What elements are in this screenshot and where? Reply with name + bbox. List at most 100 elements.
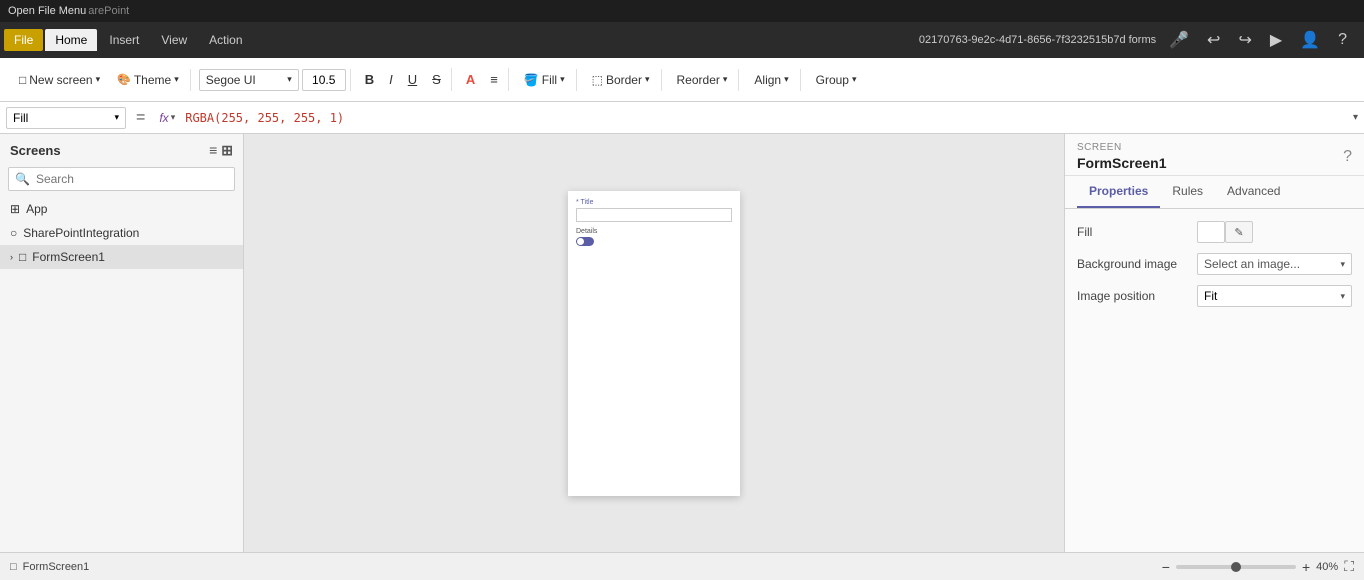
tab-properties[interactable]: Properties: [1077, 176, 1160, 208]
text-color-group: A ≡: [456, 68, 509, 91]
screen-rect-icon: □: [19, 250, 26, 264]
form-title-label: * Title: [576, 199, 732, 206]
font-size-input[interactable]: [302, 69, 346, 91]
search-box: 🔍: [8, 167, 235, 191]
expand-icon[interactable]: ⛶: [1344, 558, 1354, 575]
screens-title: Screens: [10, 143, 61, 158]
equals-sign: =: [132, 109, 149, 127]
title-bar-sharepoint: arePoint: [88, 5, 129, 17]
zoom-plus-button[interactable]: +: [1302, 559, 1310, 575]
background-image-value: Select an image... ▾: [1197, 253, 1352, 275]
align-text-button[interactable]: ≡: [484, 68, 504, 91]
sidebar-item-sharepoint[interactable]: ○ SharePointIntegration: [0, 221, 243, 245]
fill-icon: 🪣: [524, 73, 539, 87]
strikethrough-button[interactable]: S: [426, 68, 447, 91]
expand-chevron-icon: ›: [10, 252, 13, 262]
underline-button[interactable]: U: [402, 68, 423, 91]
align-button[interactable]: Align ▾: [747, 69, 795, 91]
file-menu[interactable]: File: [4, 29, 43, 51]
main-layout: Screens ≡ ⊞ 🔍 ⊞ App ○ SharePointIntegrat…: [0, 134, 1364, 552]
fill-color-swatch[interactable]: [1197, 221, 1225, 243]
section-label: SCREEN: [1077, 142, 1166, 153]
property-chevron-icon: ▾: [114, 112, 119, 123]
tab-rules[interactable]: Rules: [1160, 176, 1215, 208]
form-details-label: Details: [576, 228, 732, 235]
border-group: ⬚ Border ▾: [581, 69, 662, 91]
formula-expand-icon[interactable]: ▾: [1353, 112, 1358, 123]
home-menu[interactable]: Home: [45, 29, 97, 51]
fill-edit-button[interactable]: ✎: [1225, 221, 1253, 243]
ribbon: □ New screen ▾ 🎨 Theme ▾ Segoe UI ▾ B I …: [0, 58, 1364, 102]
grid-view-icon[interactable]: ⊞: [221, 142, 233, 159]
view-menu[interactable]: View: [151, 29, 197, 51]
screen-group: □ New screen ▾ 🎨 Theme ▾: [8, 69, 191, 91]
right-panel-header: SCREEN FormScreen1 ?: [1065, 134, 1364, 176]
zoom-slider[interactable]: [1176, 565, 1296, 569]
new-screen-button[interactable]: □ New screen ▾: [12, 69, 107, 91]
status-screen-name: FormScreen1: [23, 561, 90, 573]
fill-label: Fill: [1077, 225, 1197, 239]
fill-property-row: Fill ✎: [1077, 221, 1352, 243]
fill-button[interactable]: 🪣 Fill ▾: [517, 69, 572, 91]
right-panel: SCREEN FormScreen1 ? Properties Rules Ad…: [1064, 134, 1364, 552]
reorder-button[interactable]: Reorder ▾: [670, 69, 735, 91]
image-dropdown-chevron-icon: ▾: [1340, 259, 1345, 270]
play-icon[interactable]: ▶: [1265, 28, 1287, 52]
formscreen1-label: FormScreen1: [32, 250, 105, 264]
zoom-minus-button[interactable]: −: [1162, 559, 1170, 575]
group-button[interactable]: Group ▾: [809, 69, 864, 91]
help-icon[interactable]: ?: [1333, 29, 1352, 51]
search-icon: 🔍: [15, 172, 30, 186]
insert-menu[interactable]: Insert: [99, 29, 149, 51]
title-bar-text[interactable]: Open File Menu: [8, 5, 86, 17]
fx-chevron-icon: ▾: [171, 112, 176, 123]
fill-chevron-icon: ▾: [560, 74, 565, 85]
reorder-chevron-icon: ▾: [723, 74, 728, 85]
background-image-row: Background image Select an image... ▾: [1077, 253, 1352, 275]
align-chevron-icon: ▾: [784, 74, 789, 85]
zoom-value: 40%: [1316, 561, 1338, 573]
image-position-dropdown[interactable]: Fit ▾: [1197, 285, 1352, 307]
align-group: Align ▾: [743, 69, 800, 91]
formula-input[interactable]: [185, 111, 1347, 125]
property-dropdown[interactable]: Fill ▾: [6, 107, 126, 129]
font-name-dropdown[interactable]: Segoe UI ▾: [199, 69, 299, 91]
properties-tabs: Properties Rules Advanced: [1065, 176, 1364, 209]
screen-name: FormScreen1: [1077, 155, 1166, 171]
sidebar-item-app[interactable]: ⊞ App: [0, 197, 243, 221]
zoom-slider-thumb: [1231, 562, 1241, 572]
font-group: Segoe UI ▾: [195, 69, 351, 91]
canvas-frame: * Title Details: [568, 191, 740, 496]
undo-icon[interactable]: ↩: [1202, 28, 1225, 52]
bold-button[interactable]: B: [359, 68, 380, 91]
form-title-input[interactable]: [576, 208, 732, 222]
background-image-label: Background image: [1077, 257, 1197, 271]
tab-advanced[interactable]: Advanced: [1215, 176, 1292, 208]
sidebar-item-formscreen1[interactable]: › □ FormScreen1: [0, 245, 243, 269]
italic-button[interactable]: I: [383, 68, 399, 91]
mic-icon[interactable]: 🎤: [1164, 28, 1194, 52]
app-label: App: [26, 202, 47, 216]
background-image-dropdown[interactable]: Select an image... ▾: [1197, 253, 1352, 275]
help-circle-icon[interactable]: ?: [1343, 148, 1352, 166]
status-bar: □ FormScreen1 − + 40% ⛶: [0, 552, 1364, 580]
fill-value: ✎: [1197, 221, 1352, 243]
sharepoint-label: SharePointIntegration: [23, 226, 139, 240]
group-chevron-icon: ▾: [852, 74, 857, 85]
app-icon: ⊞: [10, 202, 20, 216]
action-menu[interactable]: Action: [199, 29, 252, 51]
theme-icon: 🎨: [117, 73, 131, 86]
doc-id: 02170763-9e2c-4d71-8656-7f3232515b7d for…: [919, 34, 1156, 46]
new-screen-icon: □: [19, 73, 26, 87]
image-position-label: Image position: [1077, 289, 1197, 303]
user-icon[interactable]: 👤: [1295, 28, 1325, 52]
redo-icon[interactable]: ↪: [1233, 28, 1256, 52]
form-toggle[interactable]: [576, 237, 594, 246]
fx-button[interactable]: fx ▾: [155, 109, 179, 127]
list-view-icon[interactable]: ≡: [209, 142, 217, 159]
canvas-area: * Title Details: [244, 134, 1064, 552]
text-color-button[interactable]: A: [460, 68, 481, 91]
border-button[interactable]: ⬚ Border ▾: [585, 69, 657, 91]
theme-button[interactable]: 🎨 Theme ▾: [110, 69, 186, 91]
search-input[interactable]: [36, 172, 228, 186]
